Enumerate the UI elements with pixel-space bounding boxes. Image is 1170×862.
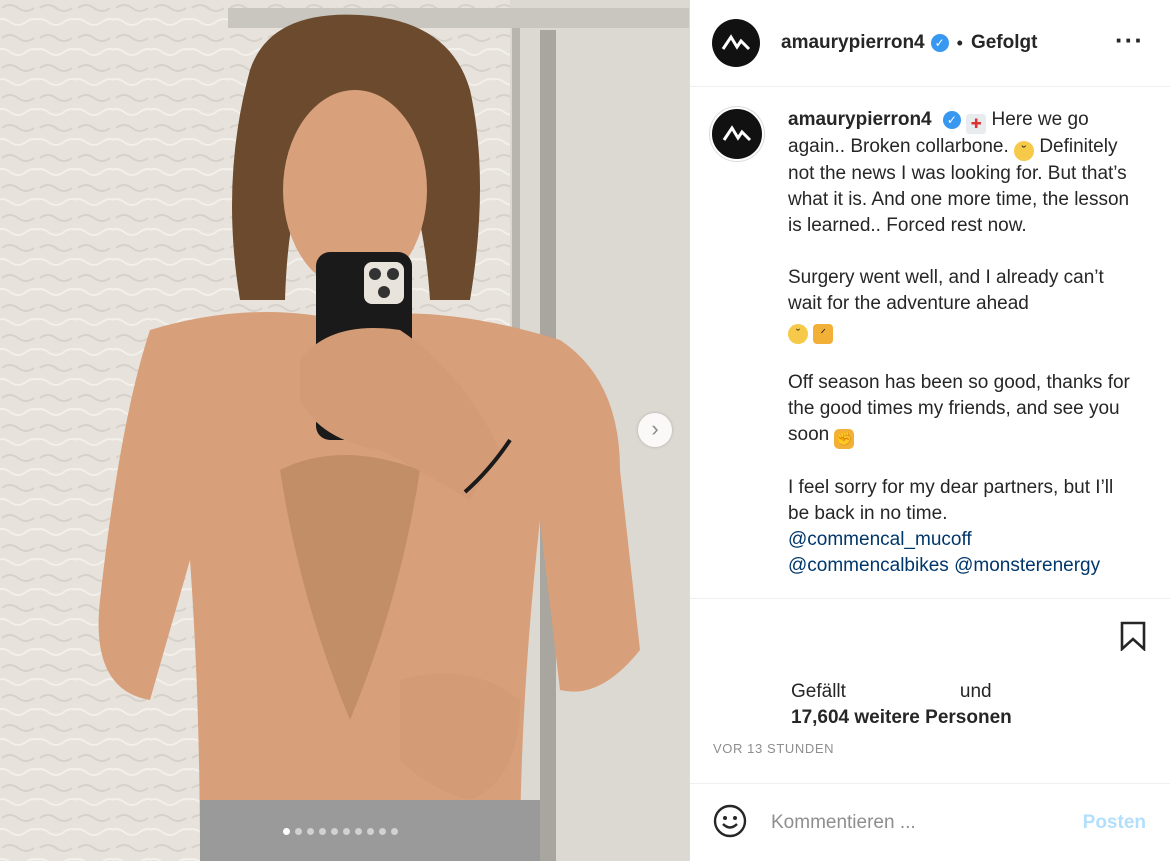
caption-paragraph-2: Surgery went well, and I already can’t w… bbox=[788, 265, 1132, 344]
mention-link[interactable]: @commencal_mucoff bbox=[788, 529, 972, 550]
caption-paragraph-2-text: Surgery went well, and I already can’t w… bbox=[788, 267, 1104, 314]
flexed-biceps-emoji: ᐟ bbox=[813, 324, 834, 344]
carousel-dot bbox=[391, 828, 398, 835]
carousel-dot bbox=[367, 828, 374, 835]
comment-bar: Posten bbox=[690, 783, 1170, 862]
next-slide-button[interactable]: › bbox=[638, 413, 672, 447]
post-sidebar: amaurypierron4 ✓ • Gefolgt ··· amaurypie… bbox=[689, 0, 1170, 861]
avatar[interactable] bbox=[712, 19, 760, 67]
caption-paragraph-3: Off season has been so good, thanks for … bbox=[788, 370, 1132, 449]
carousel-dot bbox=[355, 828, 362, 835]
carousel-dot bbox=[307, 828, 314, 835]
carousel-dot bbox=[379, 828, 386, 835]
smile-icon[interactable] bbox=[713, 804, 747, 843]
carousel-dot bbox=[331, 828, 338, 835]
carousel-dot bbox=[283, 828, 290, 835]
caption-username-link[interactable]: amaurypierron4 bbox=[788, 109, 932, 130]
likes-count-link[interactable]: 17,604 weitere Personen bbox=[791, 707, 1012, 728]
verified-icon: ✓ bbox=[942, 111, 961, 129]
carousel-dot bbox=[343, 828, 350, 835]
carousel-dot bbox=[319, 828, 326, 835]
caption-avatar[interactable] bbox=[710, 107, 764, 161]
username-link[interactable]: amaurypierron4 bbox=[781, 32, 925, 54]
bookmark-icon[interactable] bbox=[1120, 621, 1146, 656]
likes-connector: und bbox=[959, 681, 992, 702]
fist-bump-emoji: ✊ bbox=[834, 429, 855, 449]
mirror-selfie-image bbox=[0, 0, 689, 861]
carousel-dot bbox=[295, 828, 302, 835]
post-comment-button[interactable]: Posten bbox=[1083, 812, 1146, 834]
follow-status-button[interactable]: Gefolgt bbox=[971, 32, 1038, 54]
brand-logo-icon bbox=[722, 125, 752, 142]
verified-icon: ✓ bbox=[930, 34, 949, 52]
likes-prefix: Gefällt bbox=[791, 681, 846, 702]
post-timestamp[interactable]: VOR 13 STUNDEN bbox=[713, 741, 834, 756]
carousel-indicator bbox=[283, 828, 398, 835]
separator-dot: • bbox=[956, 32, 963, 53]
caption-scroll-area[interactable]: amaurypierron4 ✓ ✚ Here we go again.. Br… bbox=[690, 87, 1170, 590]
more-icon[interactable]: ··· bbox=[1115, 27, 1144, 53]
tired-face-emoji: ˘ bbox=[1014, 141, 1035, 161]
comment-input[interactable] bbox=[769, 811, 1063, 835]
post-photo: › bbox=[0, 0, 689, 861]
hospital-emoji: ✚ bbox=[966, 114, 987, 134]
caption-paragraph-4-text: I feel sorry for my dear partners, but I… bbox=[788, 477, 1114, 524]
caption-text: amaurypierron4 ✓ ✚ Here we go again.. Br… bbox=[788, 107, 1132, 579]
post-actions: Gefällt und 17,604 weitere Personen VOR 1… bbox=[690, 598, 1170, 784]
mention-link[interactable]: @monsterenergy bbox=[954, 555, 1100, 576]
brand-logo-icon bbox=[721, 34, 751, 51]
caption: amaurypierron4 ✓ ✚ Here we go again.. Br… bbox=[690, 87, 1170, 579]
likes-summary: Gefällt und 17,604 weitere Personen bbox=[791, 679, 1012, 731]
mention-link[interactable]: @commencalbikes bbox=[788, 555, 949, 576]
instagram-post-modal: › amaurypierron4 ✓ • Gefolgt ··· amauryp… bbox=[0, 0, 1170, 861]
caption-paragraph-4: I feel sorry for my dear partners, but I… bbox=[788, 475, 1132, 579]
chevron-right-icon: › bbox=[651, 416, 659, 441]
post-header: amaurypierron4 ✓ • Gefolgt ··· bbox=[690, 0, 1170, 87]
steam-face-emoji: ˇ bbox=[788, 324, 808, 344]
